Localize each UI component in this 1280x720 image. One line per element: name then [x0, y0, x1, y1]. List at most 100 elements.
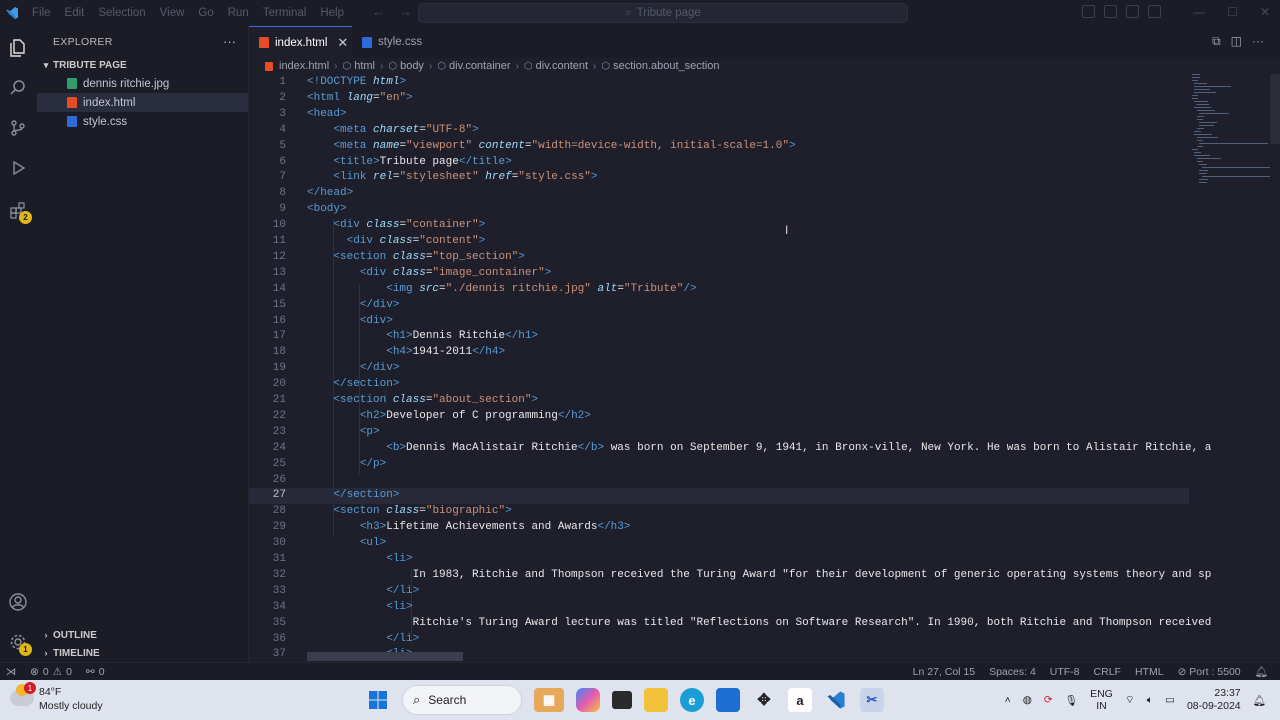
menu-edit[interactable]: Edit — [65, 7, 85, 19]
source-control-icon[interactable] — [6, 116, 30, 140]
language-indicator[interactable]: ENG IN — [1090, 688, 1113, 712]
widgets-icon[interactable]: ▦ — [534, 688, 564, 712]
split-editor-icon[interactable]: ◫ — [1231, 34, 1242, 49]
code-line[interactable]: 30 <ul> — [249, 536, 1189, 552]
account-icon[interactable] — [6, 590, 30, 614]
code-line[interactable]: 22 <h2>Developer of C programming</h2> — [249, 409, 1189, 425]
code-line[interactable]: 2 <html lang="en"> — [249, 91, 1189, 107]
code-line[interactable]: 31 <li> — [249, 552, 1189, 568]
code-line[interactable]: 34 <li> — [249, 600, 1189, 616]
indentation[interactable]: Spaces: 4 — [989, 666, 1036, 678]
breadcrumb-item[interactable]: section.about_section — [613, 60, 719, 72]
more-actions-icon[interactable]: ··· — [1252, 34, 1264, 49]
taskbar-search[interactable]: ⌕ Search — [402, 685, 522, 715]
code-line[interactable]: 17 <h1>Dennis Ritchie</h1> — [249, 329, 1189, 345]
remote-icon[interactable]: ⋊ — [0, 666, 22, 678]
code-line[interactable]: 4 <meta charset="UTF-8"> — [249, 123, 1189, 139]
breadcrumb-item[interactable]: div.content — [536, 60, 588, 72]
open-preview-icon[interactable]: ⧉ — [1212, 34, 1221, 49]
start-windows-icon[interactable] — [366, 688, 390, 712]
end-of-line[interactable]: CRLF — [1094, 666, 1121, 678]
clock[interactable]: 23:37 08-09-2024 — [1187, 687, 1241, 713]
file-explorer-icon[interactable] — [644, 688, 668, 712]
code-line[interactable]: 5 <meta name="viewport" content="width=d… — [249, 139, 1189, 155]
extensions-icon[interactable]: 2 — [6, 198, 32, 224]
code-line[interactable]: 6 <title>Tribute page</title> — [249, 155, 1189, 171]
minimize-icon[interactable]: — — [1193, 5, 1205, 19]
encoding[interactable]: UTF-8 — [1050, 666, 1080, 678]
cursor-position[interactable]: Ln 27, Col 15 — [913, 666, 975, 678]
microphone-icon[interactable]: 🎙︎ — [1065, 694, 1078, 707]
code-line[interactable]: 25 </p> — [249, 457, 1189, 473]
code-line[interactable]: 26 — [249, 473, 1189, 489]
breadcrumb-item[interactable]: div.container — [449, 60, 511, 72]
copilot-icon[interactable] — [576, 688, 600, 712]
code-line[interactable]: 21 <section class="about_section"> — [249, 393, 1189, 409]
code-line[interactable]: 32 In 1983, Ritchie and Thompson receive… — [249, 568, 1212, 584]
microsoft-store-icon[interactable] — [716, 688, 740, 712]
code-line[interactable]: 15 </div> — [249, 298, 1189, 314]
code-line[interactable]: 3 <head> — [249, 107, 1189, 123]
vertical-scroll-thumb[interactable] — [1270, 74, 1280, 144]
outline-section[interactable]: › OUTLINE — [37, 626, 249, 644]
code-line[interactable]: 18 <h4>1941-2011</h4> — [249, 345, 1189, 361]
problems-indicator[interactable]: ⊗ 0 ⚠ 0 — [30, 666, 72, 678]
horizontal-scroll-thumb[interactable] — [307, 652, 463, 661]
code-line[interactable]: 12 <section class="top_section"> — [249, 250, 1189, 266]
live-server-port[interactable]: ⊘ Port : 5500 — [1178, 666, 1241, 678]
code-line[interactable]: 11 <div class="content"> — [249, 234, 1189, 250]
edge-browser-icon[interactable]: e — [680, 688, 704, 712]
toggle-secondary-sidebar-icon[interactable] — [1126, 5, 1139, 18]
timeline-section[interactable]: › TIMELINE — [37, 644, 249, 662]
code-line[interactable]: 7 <link rel="stylesheet" href="style.css… — [249, 170, 1189, 186]
ports-indicator[interactable]: ⚯ 0 — [86, 666, 105, 678]
code-line[interactable]: 23 <p> — [249, 425, 1189, 441]
menu-file[interactable]: File — [32, 7, 51, 19]
code-line[interactable]: 24 <b>Dennis MacAlistair Ritchie</b> was… — [249, 441, 1212, 457]
snipping-tool-icon[interactable]: ✂ — [860, 688, 884, 712]
breadcrumb-item[interactable]: body — [400, 60, 424, 72]
code-line[interactable]: 33 </li> — [249, 584, 1189, 600]
battery-icon[interactable]: ▭ — [1165, 694, 1175, 706]
task-view-icon[interactable] — [612, 691, 632, 709]
code-line[interactable]: 20 </section> — [249, 377, 1189, 393]
customize-layout-icon[interactable] — [1148, 5, 1161, 18]
command-center[interactable]: ⌕ Tribute page — [418, 3, 908, 23]
code-line[interactable]: 13 <div class="image_container"> — [249, 266, 1189, 282]
notifications-bell-icon[interactable]: 🔔︎ — [1255, 665, 1268, 678]
search-icon[interactable] — [6, 76, 30, 100]
tab-style-css[interactable]: style.css — [352, 26, 432, 58]
back-arrow-icon[interactable]: ← — [372, 4, 385, 19]
code-line[interactable]: 29 <h3>Lifetime Achievements and Awards<… — [249, 520, 1189, 536]
code-line[interactable]: 8 </head> — [249, 186, 1189, 202]
close-tab-icon[interactable]: ✕ — [337, 35, 348, 51]
close-window-icon[interactable]: ✕ — [1260, 5, 1270, 19]
code-line[interactable]: 19 </div> — [249, 361, 1189, 377]
code-editor[interactable]: 1 <!DOCTYPE html> 2 <html lang="en"> 3 <head>… — [249, 74, 1280, 662]
toggle-sidebar-icon[interactable] — [1082, 5, 1095, 18]
vscode-taskbar-icon[interactable] — [824, 688, 848, 712]
code-line[interactable]: 36 </li> — [249, 632, 1189, 648]
menu-view[interactable]: View — [160, 7, 185, 19]
folder-header[interactable]: ▾ TRIBUTE PAGE — [37, 56, 248, 74]
menu-selection[interactable]: Selection — [98, 7, 145, 19]
forward-arrow-icon[interactable]: → — [399, 4, 412, 19]
minimap[interactable] — [1192, 74, 1271, 183]
chevron-up-icon[interactable]: ˄ — [1005, 694, 1011, 706]
network-tray-icon[interactable]: ◍ — [1023, 694, 1032, 706]
breadcrumb-item[interactable]: index.html — [279, 60, 329, 72]
dropbox-icon[interactable]: ✥ — [752, 688, 776, 712]
code-line[interactable]: 10 <div class="container"> — [249, 218, 1189, 234]
tab-index-html[interactable]: index.html ✕ — [249, 26, 352, 58]
update-tray-icon[interactable]: ⟳ — [1044, 694, 1053, 706]
wifi-icon[interactable]: ⌔ — [1125, 693, 1135, 707]
file-item-style-css[interactable]: style.css — [37, 112, 248, 131]
code-line[interactable]: 9 <body> — [249, 202, 1189, 218]
menu-run[interactable]: Run — [228, 7, 249, 19]
vertical-scrollbar[interactable] — [1270, 74, 1280, 662]
code-line[interactable]: 28 <secton class="biographic"> — [249, 504, 1189, 520]
menu-terminal[interactable]: Terminal — [263, 7, 306, 19]
breadcrumb-item[interactable]: html — [354, 60, 375, 72]
code-line[interactable]: 14 <img src="./dennis ritchie.jpg" alt="… — [249, 282, 1189, 298]
code-line[interactable]: 16 <div> — [249, 314, 1189, 330]
